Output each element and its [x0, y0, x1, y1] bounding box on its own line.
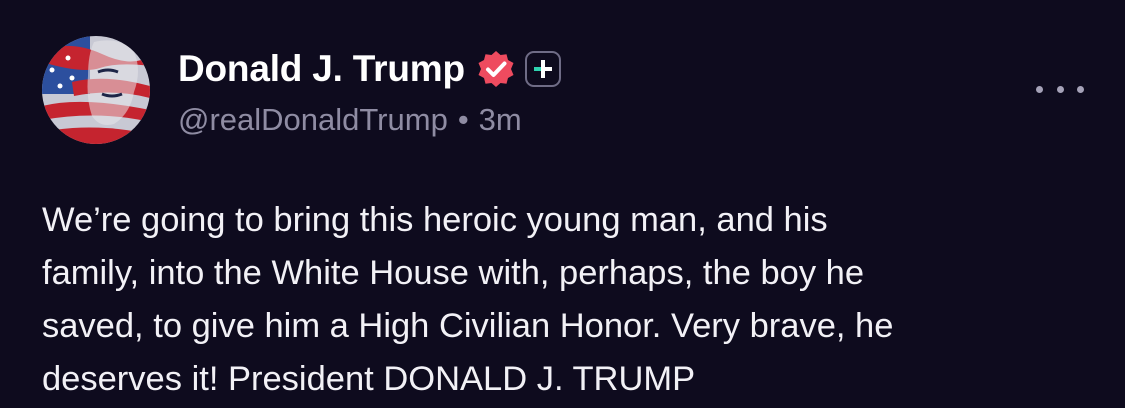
separator-dot: •	[457, 102, 469, 137]
avatar[interactable]	[42, 36, 150, 144]
handle[interactable]: @realDonaldTrump	[178, 102, 448, 137]
post-text: We’re going to bring this heroic young m…	[42, 201, 894, 398]
more-options-icon[interactable]	[1036, 76, 1084, 102]
post-card: Donald J. Trump @realDonaldTrump • 3m We…	[0, 0, 1125, 408]
display-name[interactable]: Donald J. Trump	[178, 48, 465, 90]
plus-badge-icon[interactable]	[524, 51, 561, 87]
author-block: Donald J. Trump @realDonaldTrump • 3m	[178, 44, 561, 138]
more-dot	[1077, 85, 1084, 93]
handle-row: @realDonaldTrump • 3m	[178, 102, 561, 138]
more-dot	[1036, 85, 1043, 93]
verified-badge-icon	[477, 50, 515, 88]
timestamp[interactable]: 3m	[479, 102, 522, 137]
name-row: Donald J. Trump	[178, 44, 561, 94]
more-dot	[1056, 85, 1064, 93]
flag-portrait-icon	[42, 36, 150, 144]
